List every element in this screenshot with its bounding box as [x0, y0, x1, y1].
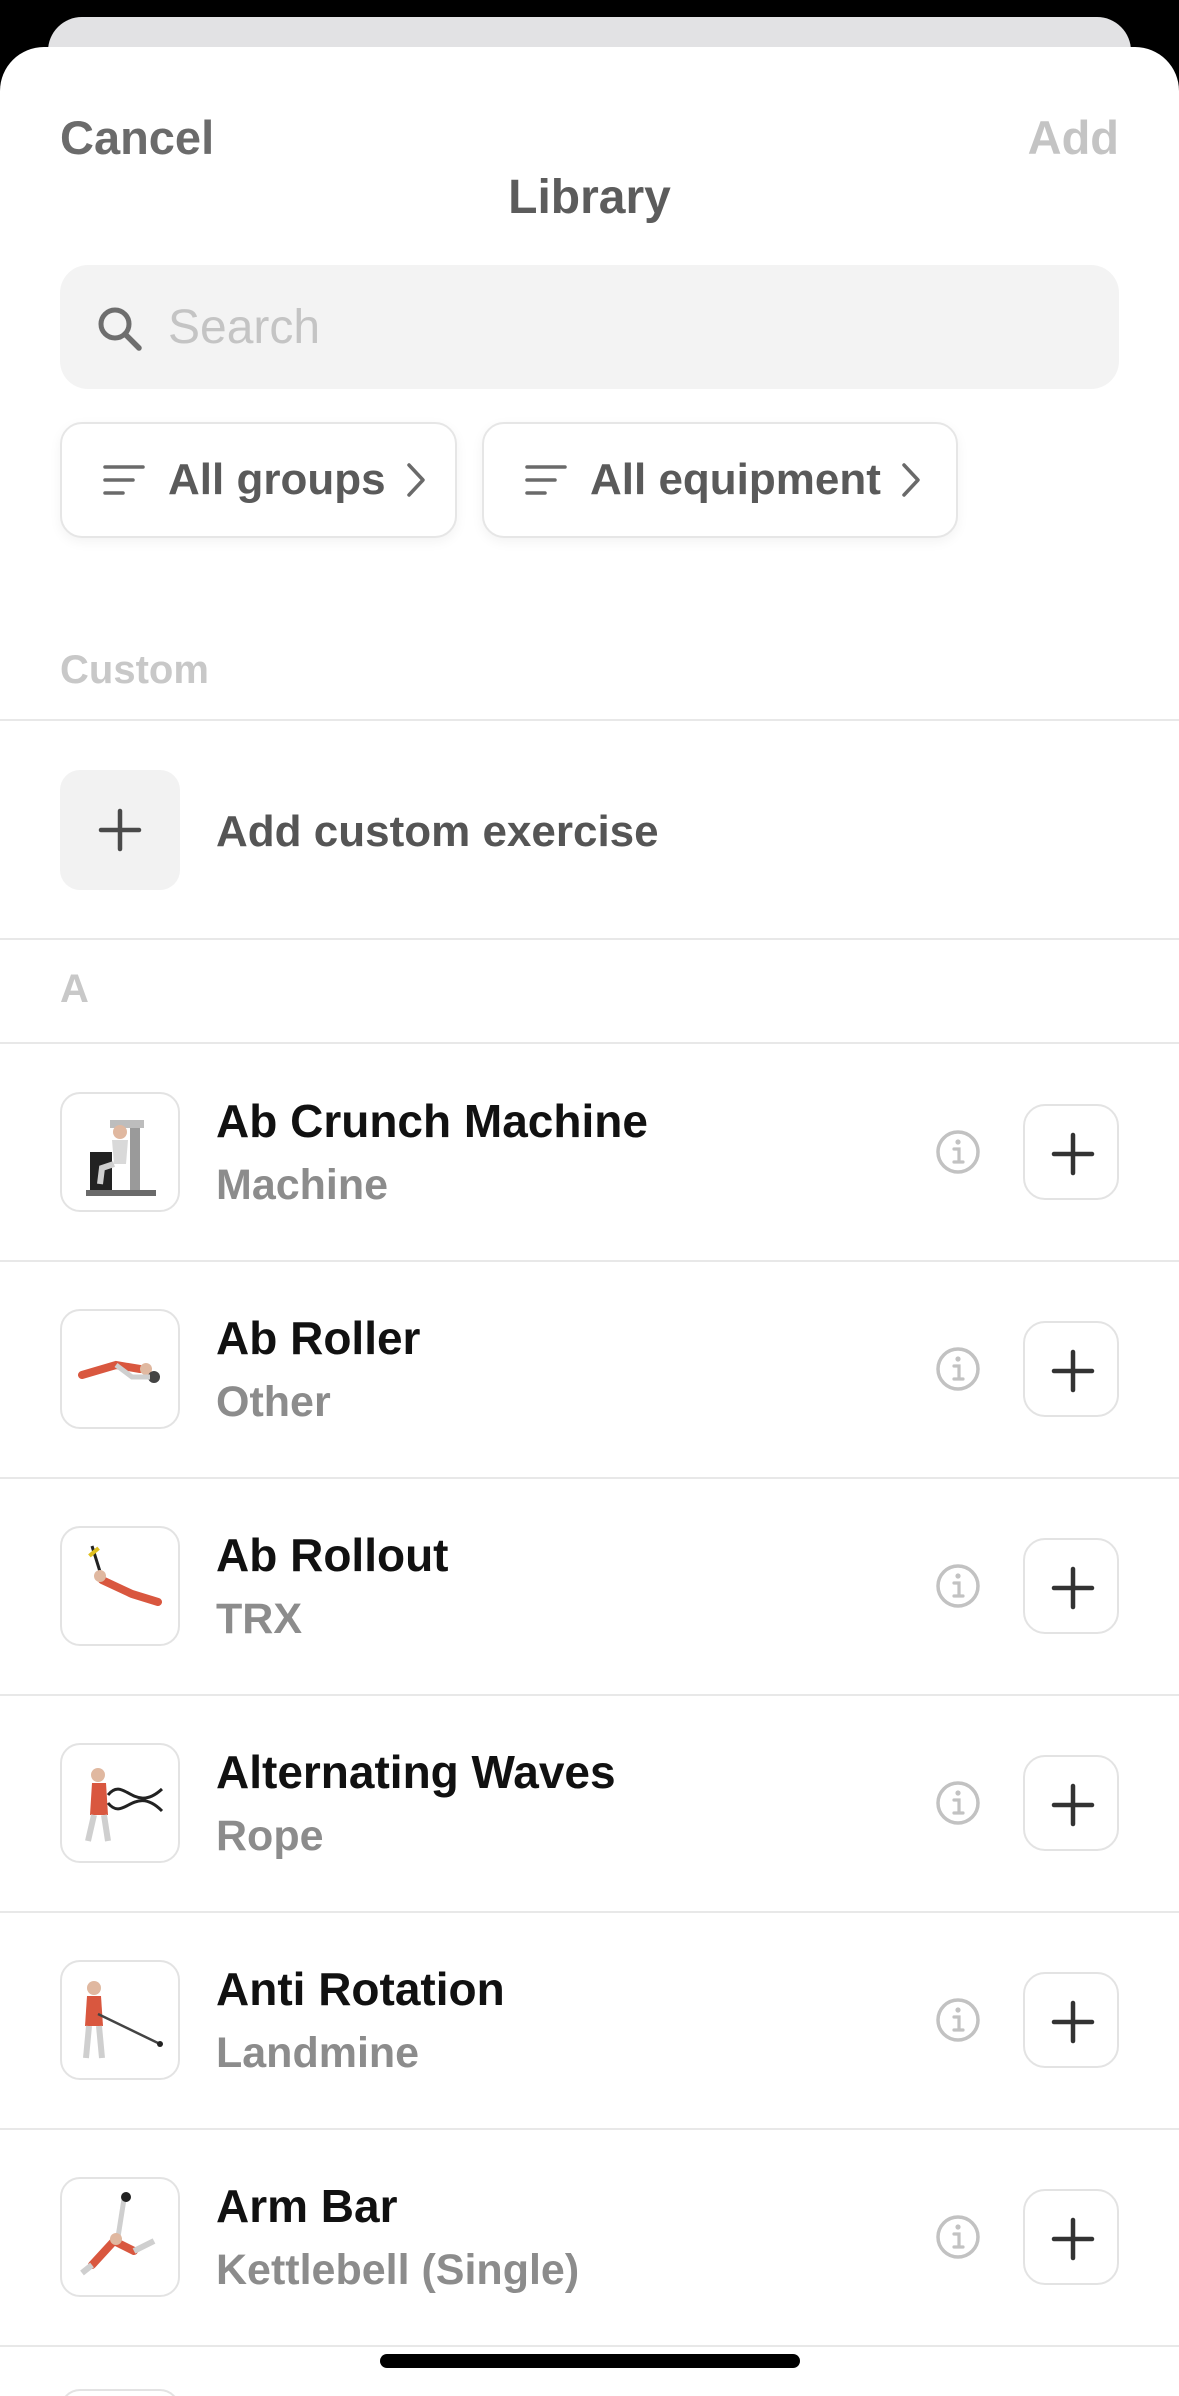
exercise-row[interactable]: Arm Bar Kettlebell (Single)	[0, 2129, 1179, 2345]
section-header-custom: Custom	[60, 648, 209, 692]
exercise-row[interactable]: Ab Rollout TRX	[0, 1478, 1179, 1694]
exercise-row[interactable]: Ab Roller Other	[0, 1261, 1179, 1477]
alternating-waves-illustration-icon	[85, 1768, 164, 1842]
arm-bar-illustration-icon	[80, 2192, 156, 2276]
home-indicator[interactable]	[380, 2354, 800, 2368]
exercise-thumbnail	[60, 1743, 180, 1863]
exercise-equipment: Rope	[216, 1812, 324, 1860]
filter-lines-icon	[103, 465, 145, 495]
exercise-row[interactable]: Ab Crunch Machine Machine	[0, 1044, 1179, 1260]
chevron-right-icon	[406, 463, 425, 497]
plus-icon	[1051, 1566, 1095, 1610]
filter-muscle-groups-button[interactable]: All groups	[60, 422, 457, 538]
add-custom-tile	[60, 770, 180, 890]
ab-crunch-machine-illustration-icon	[86, 1120, 156, 1196]
exercise-thumbnail	[60, 1526, 180, 1646]
filter-groups-label: All groups	[168, 455, 386, 504]
info-icon[interactable]	[934, 2213, 982, 2261]
search-bar[interactable]	[60, 265, 1119, 389]
exercise-thumbnail	[60, 1092, 180, 1212]
cancel-button[interactable]: Cancel	[60, 110, 214, 165]
plus-icon	[1051, 2000, 1095, 2044]
add-exercise-button[interactable]	[1023, 1321, 1119, 1417]
add-custom-exercise-label: Add custom exercise	[216, 807, 659, 856]
add-exercise-button[interactable]	[1023, 1104, 1119, 1200]
info-icon[interactable]	[934, 1779, 982, 1827]
filter-equipment-label: All equipment	[590, 455, 881, 504]
add-exercise-button[interactable]	[1023, 1972, 1119, 2068]
anti-rotation-illustration-icon	[83, 1981, 163, 2059]
exercise-row[interactable]: Alternating Waves Rope	[0, 1695, 1179, 1911]
add-button[interactable]: Add	[1028, 110, 1119, 165]
exercise-name: Ab Crunch Machine	[216, 1095, 648, 1147]
filter-equipment-button[interactable]: All equipment	[482, 422, 958, 538]
plus-icon	[98, 808, 142, 852]
exercise-name: Alternating Waves	[216, 1746, 616, 1798]
chevron-right-icon	[902, 463, 920, 497]
ab-rollout-illustration-icon	[88, 1545, 162, 1606]
plus-icon	[1051, 1349, 1095, 1393]
page-title: Library	[508, 171, 671, 224]
exercise-equipment: TRX	[216, 1595, 302, 1643]
info-icon[interactable]	[934, 1996, 982, 2044]
add-exercise-button[interactable]	[1023, 1538, 1119, 1634]
exercise-thumbnail	[60, 1960, 180, 2080]
exercise-row[interactable]: Anti Rotation Landmine	[0, 1912, 1179, 2128]
library-sheet: Cancel Add Library All groups All equipm…	[0, 47, 1179, 2396]
plus-icon	[1051, 1783, 1095, 1827]
add-custom-exercise-row[interactable]: Add custom exercise	[0, 721, 1179, 937]
divider	[0, 2345, 1179, 2347]
plus-icon	[1051, 1132, 1095, 1176]
exercise-thumbnail-partial	[60, 2389, 180, 2396]
section-header-a: A	[60, 967, 89, 1011]
exercise-thumbnail	[60, 1309, 180, 1429]
exercise-equipment: Kettlebell (Single)	[216, 2246, 580, 2294]
divider	[0, 938, 1179, 940]
exercise-equipment: Landmine	[216, 2029, 420, 2077]
plus-icon	[1051, 2217, 1095, 2261]
exercise-name: Arm Bar	[216, 2180, 398, 2232]
exercise-name: Ab Roller	[216, 1312, 421, 1364]
search-icon	[98, 307, 142, 351]
info-icon[interactable]	[934, 1128, 982, 1176]
exercise-equipment: Other	[216, 1378, 331, 1426]
ab-roller-illustration-icon	[78, 1360, 160, 1383]
info-icon[interactable]	[934, 1562, 982, 1610]
exercise-name: Ab Rollout	[216, 1529, 449, 1581]
exercise-thumbnail	[60, 2177, 180, 2297]
exercise-equipment: Machine	[216, 1161, 389, 1209]
filter-lines-icon	[525, 465, 567, 495]
add-exercise-button[interactable]	[1023, 2189, 1119, 2285]
exercise-name: Anti Rotation	[216, 1963, 505, 2015]
add-exercise-button[interactable]	[1023, 1755, 1119, 1851]
info-icon[interactable]	[934, 1345, 982, 1393]
search-input[interactable]	[168, 265, 1088, 389]
